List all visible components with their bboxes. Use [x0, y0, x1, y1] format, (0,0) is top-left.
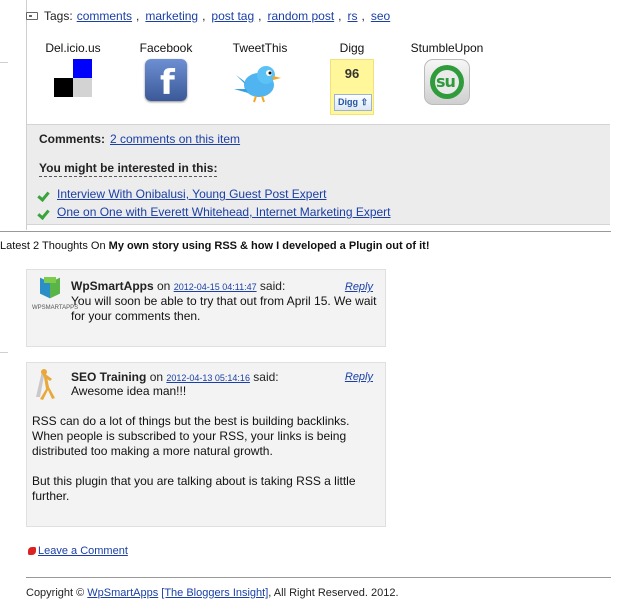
- divider: [0, 231, 611, 232]
- arrow-up-icon: ⇧: [360, 97, 369, 107]
- comment-header: WpSmartApps on 2012-04-15 04:11:47 said:: [71, 279, 286, 293]
- comment-header: SEO Training on 2012-04-13 05:14:16 said…: [71, 370, 279, 384]
- left-edge-mark: [0, 62, 8, 63]
- comment-body: You will soon be able to try that out fr…: [71, 294, 377, 323]
- share-digg-label: Digg: [339, 41, 365, 55]
- thoughts-heading: Latest 2 Thoughts On My own story using …: [0, 240, 430, 252]
- tag-icon: [26, 12, 38, 20]
- comment-body-paragraph: But this plugin that you are talking abo…: [32, 474, 356, 503]
- comments-info-box: Comments: 2 comments on this item You mi…: [27, 124, 610, 225]
- related-post-link[interactable]: One on One with Everett Whitehead, Inter…: [57, 205, 391, 219]
- share-delicious-label: Del.icio.us: [45, 41, 101, 55]
- tag-link-seo[interactable]: seo: [371, 9, 390, 23]
- tags-row: Tags: comments, marketing, post tag, ran…: [26, 9, 390, 23]
- share-tweetthis[interactable]: TweetThis: [228, 41, 292, 103]
- tag-link-post-tag[interactable]: post tag: [211, 9, 254, 23]
- share-digg[interactable]: Digg 96 Digg ⇧: [326, 41, 378, 115]
- share-bar: Del.icio.us Facebook f TweetThis Digg 96…: [36, 41, 496, 117]
- thoughts-prefix: Latest 2 Thoughts On: [0, 240, 109, 252]
- tag-link-comments[interactable]: comments: [77, 9, 132, 23]
- avatar: [32, 367, 60, 401]
- digg-widget[interactable]: 96 Digg ⇧: [330, 59, 374, 115]
- share-tweetthis-label: TweetThis: [232, 41, 288, 55]
- footer-site-link[interactable]: WpSmartApps: [87, 587, 158, 599]
- comment-date-link[interactable]: 2012-04-13 05:14:16: [166, 370, 250, 384]
- share-stumbleupon-label: StumbleUpon: [410, 41, 484, 55]
- tags-label: Tags:: [44, 9, 73, 23]
- twitter-bird-icon[interactable]: [234, 59, 286, 103]
- post-title: My own story using RSS & how I developed…: [108, 240, 430, 252]
- interest-heading: You might be interested in this:: [39, 161, 218, 177]
- reply-link[interactable]: Reply: [345, 281, 373, 293]
- delicious-icon[interactable]: [54, 59, 92, 97]
- leave-comment[interactable]: Leave a Comment: [28, 545, 128, 557]
- share-facebook[interactable]: Facebook f: [136, 41, 196, 103]
- checkmark-icon: [39, 190, 50, 199]
- comments-count-link[interactable]: 2 comments on this item: [110, 132, 240, 146]
- tag-link-marketing[interactable]: marketing: [145, 9, 198, 23]
- reply-link[interactable]: Reply: [345, 371, 373, 383]
- digg-count: 96: [344, 66, 360, 81]
- tag-link-rs[interactable]: rs: [348, 9, 358, 23]
- left-edge-mark: [0, 352, 8, 353]
- comment-date-link[interactable]: 2012-04-15 04:11:47: [174, 279, 257, 293]
- related-post-item: One on One with Everett Whitehead, Inter…: [39, 205, 391, 219]
- footer: Copyright © WpSmartApps [The Bloggers In…: [26, 587, 399, 599]
- related-post-link[interactable]: Interview With Onibalusi, Young Guest Po…: [57, 187, 326, 201]
- footer-brand-link[interactable]: [The Bloggers Insight]: [161, 587, 268, 599]
- comments-label: Comments:: [39, 132, 106, 146]
- checkmark-icon: [39, 208, 50, 217]
- comment-body-paragraph: RSS can do a lot of things but the best …: [32, 414, 350, 458]
- digg-button[interactable]: Digg ⇧: [334, 94, 372, 111]
- share-delicious[interactable]: Del.icio.us: [43, 41, 103, 97]
- comment-card: SEO Training on 2012-04-13 05:14:16 said…: [26, 362, 386, 527]
- stumbleupon-icon[interactable]: su: [424, 59, 470, 105]
- share-stumbleupon[interactable]: StumbleUpon su: [404, 41, 490, 105]
- facebook-icon[interactable]: f: [145, 59, 187, 103]
- comment-body-first-line: Awesome idea man!!!: [71, 384, 187, 398]
- avatar: WPSMARTAPPS: [32, 277, 78, 317]
- comment-bubble-icon: [28, 547, 36, 555]
- comment-author[interactable]: WpSmartApps: [71, 279, 154, 293]
- leave-comment-link[interactable]: Leave a Comment: [38, 545, 128, 557]
- footer-divider: [26, 577, 611, 578]
- comment-card: WPSMARTAPPS WpSmartApps on 2012-04-15 04…: [26, 269, 386, 347]
- tag-link-random-post[interactable]: random post: [267, 9, 334, 23]
- related-post-item: Interview With Onibalusi, Young Guest Po…: [39, 187, 326, 201]
- share-facebook-label: Facebook: [139, 41, 193, 55]
- comment-author[interactable]: SEO Training: [71, 370, 146, 384]
